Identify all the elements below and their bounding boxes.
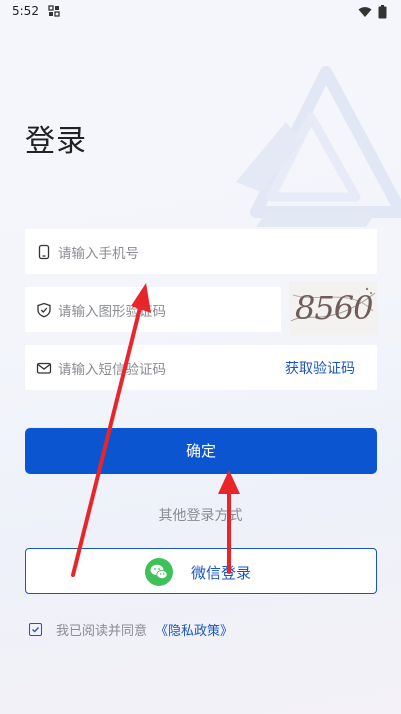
- status-bar: 5:52: [0, 0, 401, 24]
- wifi-icon: [358, 7, 372, 17]
- captcha-placeholder: 请输入图形验证码: [58, 303, 166, 320]
- confirm-button[interactable]: 确定: [25, 428, 377, 474]
- agreement-row: 我已阅读并同意 《隐私政策》: [29, 620, 233, 639]
- captcha-input[interactable]: 请输入图形验证码: [25, 287, 281, 332]
- wechat-login-button[interactable]: 微信登录: [25, 548, 377, 594]
- grid-notification-icon: [48, 5, 60, 17]
- agreement-text: 我已阅读并同意: [56, 624, 148, 639]
- wechat-icon: [145, 558, 173, 586]
- wechat-login-label: 微信登录: [191, 564, 252, 582]
- other-login-label: 其他登录方式: [158, 508, 243, 524]
- phone-placeholder: 请输入手机号: [58, 245, 139, 262]
- phone-input[interactable]: 请输入手机号: [25, 229, 377, 274]
- background-logo-watermark: [236, 66, 401, 227]
- status-time: 5:52: [12, 4, 39, 18]
- captcha-code-text: 8560: [295, 289, 373, 327]
- sms-code-placeholder: 请输入短信验证码: [58, 361, 166, 378]
- battery-icon: [378, 5, 387, 19]
- get-code-button[interactable]: 获取验证码: [285, 358, 355, 378]
- checkmark-icon: [32, 627, 39, 633]
- mail-icon: [36, 362, 52, 374]
- privacy-policy-link[interactable]: 《隐私政策》: [155, 620, 233, 639]
- phone-icon: [38, 244, 50, 259]
- agreement-checkbox[interactable]: [29, 623, 42, 636]
- sms-code-input[interactable]: 请输入短信验证码 获取验证码: [25, 345, 377, 390]
- captcha-image[interactable]: 8560: [289, 281, 377, 335]
- page-title: 登录: [25, 124, 87, 159]
- shield-icon: [37, 302, 51, 317]
